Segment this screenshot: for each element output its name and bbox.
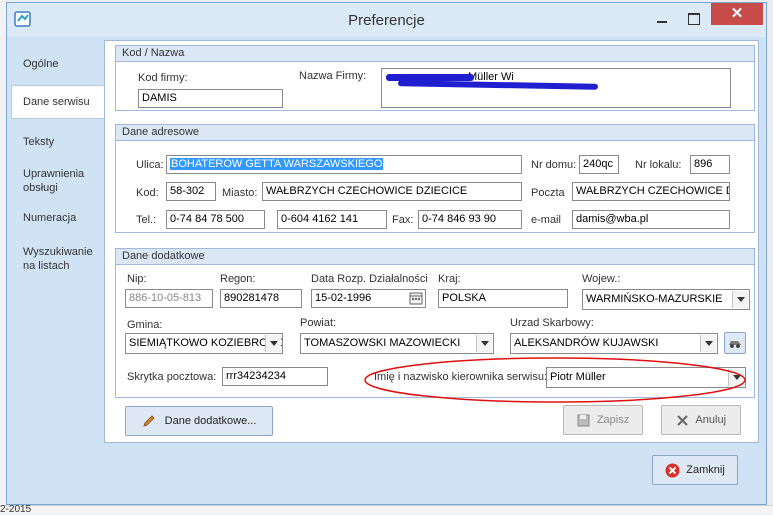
ulica-selected-text: BOHATERÓW GETTA WARSZAWSKIEGO (170, 158, 384, 170)
data-rozp-label: Data Rozp. Działalności (311, 273, 428, 285)
powiat-value: TOMASZOWSKI MAZOWIECKI (304, 337, 461, 349)
urzad-value: ALEKSANDRÓW KUJAWSKI (514, 337, 659, 349)
close-window-button[interactable]: ✕ (711, 3, 763, 25)
cancel-x-icon (677, 414, 688, 426)
nr-lokalu-label: Nr lokalu: (635, 159, 682, 171)
kod-pocztowy-label: Kod: (136, 187, 159, 199)
tel1-field[interactable]: 0-74 84 78 500 (166, 210, 265, 229)
title-bar[interactable]: Preferencje ✕ (7, 3, 766, 37)
wojew-combobox[interactable]: WARMIŃSKO-MAZURSKIE (582, 289, 750, 310)
anuluj-label: Anuluj (695, 414, 727, 426)
close-circle-icon (665, 463, 680, 478)
miasto-field[interactable]: WAŁBRZYCH CZECHOWICE DZIECICE (262, 182, 522, 201)
ulica-label: Ulica: (136, 159, 164, 171)
kod-firmy-field[interactable]: DAMIS (138, 89, 283, 108)
kod-pocztowy-field[interactable]: 58-302 (166, 182, 216, 201)
nr-domu-label: Nr domu: (531, 159, 577, 171)
fax-label: Fax: (392, 214, 414, 226)
pencil-icon (142, 415, 155, 427)
sidebar-item-uprawnienia[interactable]: Uprawnienia obsługi (15, 167, 103, 195)
background-window-bottom (0, 505, 773, 514)
miasto-label: Miasto: (222, 187, 258, 199)
zapisz-button[interactable]: Zapisz (563, 405, 643, 435)
wojew-label: Wojew.: (582, 273, 621, 285)
preferences-sidebar: Ogólne Dane serwisu Teksty Uprawnienia o… (11, 39, 109, 429)
email-field[interactable]: damis@wba.pl (572, 210, 730, 229)
nr-lokalu-field[interactable]: 896 (690, 155, 730, 174)
chevron-down-icon[interactable] (700, 335, 716, 352)
kraj-field[interactable]: POLSKA (438, 289, 568, 308)
email-label: e-mail (531, 214, 561, 226)
nip-field[interactable]: 886-10-05-813 (125, 289, 213, 308)
sidebar-item-wyszukiwanie[interactable]: Wyszukiwanie na listach (15, 245, 103, 273)
zapisz-label: Zapisz (596, 414, 630, 426)
gmina-value: SIEMIĄTKOWO KOZIEBRODZ (129, 337, 283, 349)
urzad-combobox[interactable]: ALEKSANDRÓW KUJAWSKI (510, 333, 718, 354)
data-rozp-value: 15-02-1996 (315, 292, 372, 304)
tel2-field[interactable]: 0-604 4162 141 (277, 210, 387, 229)
powiat-combobox[interactable]: TOMASZOWSKI MAZOWIECKI (300, 333, 494, 354)
kierownik-value: Piotr Müller (550, 371, 606, 383)
group-header-dane-dodatkowe: Dane dodatkowe (116, 249, 754, 265)
dane-dodatkowe-label: Dane dodatkowe... (164, 415, 257, 427)
sidebar-item-numeracja[interactable]: Numeracja (15, 211, 105, 225)
car-icon (729, 341, 741, 348)
sidebar-item-ogolne[interactable]: Ogólne (15, 57, 105, 71)
group-dane-dodatkowe: Dane dodatkowe Nip: 886-10-05-813 Regon:… (115, 248, 755, 398)
tel-label: Tel.: (136, 214, 157, 226)
preferences-dialog: Preferencje ✕ Ogólne Dane serwisu Teksty… (6, 2, 767, 505)
anuluj-button[interactable]: Anuluj (661, 405, 741, 435)
nip-label: Nip: (127, 273, 147, 285)
sidebar-item-teksty[interactable]: Teksty (15, 135, 105, 149)
poczta-field[interactable]: WAŁBRZYCH CZECHOWICE DZIE (572, 182, 730, 201)
gmina-label: Gmina: (127, 319, 163, 331)
save-icon (577, 414, 590, 427)
zamknij-button[interactable]: Zamknij (652, 455, 738, 485)
ulica-field[interactable]: BOHATERÓW GETTA WARSZAWSKIEGO (166, 155, 522, 174)
urzad-label: Urzad Skarbowy: (510, 317, 594, 329)
wojew-value: WARMIŃSKO-MAZURSKIE (586, 293, 723, 305)
fax-field[interactable]: 0-74 846 93 90 (418, 210, 522, 229)
chevron-down-icon[interactable] (732, 291, 748, 308)
dane-serwisu-panel: Kod / Nazwa Kod firmy: DAMIS Nazwa Firmy… (104, 40, 759, 443)
kod-firmy-label: Kod firmy: (138, 72, 188, 84)
chevron-down-icon[interactable] (728, 369, 744, 386)
urzad-lookup-button[interactable] (724, 332, 746, 354)
chevron-down-icon[interactable] (476, 335, 492, 352)
regon-label: Regon: (220, 273, 256, 285)
nr-domu-field[interactable]: 240qc (579, 155, 619, 174)
gmina-combobox[interactable]: SIEMIĄTKOWO KOZIEBRODZ (125, 333, 283, 354)
regon-field[interactable]: 890281478 (220, 289, 302, 308)
background-date-text: 2-2015 (0, 504, 32, 515)
poczta-label: Poczta (531, 187, 565, 199)
skrytka-label: Skrytka pocztowa: (127, 371, 217, 383)
group-dane-adresowe: Dane adresowe Ulica: BOHATERÓW GETTA WAR… (115, 124, 755, 233)
data-rozp-field[interactable]: 15-02-1996 (311, 289, 426, 308)
calendar-icon[interactable] (409, 292, 423, 305)
kraj-label: Kraj: (438, 273, 461, 285)
powiat-label: Powiat: (300, 317, 337, 329)
skrytka-field[interactable]: rrr34234234 (222, 367, 328, 386)
nazwa-firmy-label: Nazwa Firmy: (299, 70, 367, 82)
zamknij-label: Zamknij (686, 464, 725, 476)
chevron-down-icon[interactable] (265, 335, 281, 352)
group-header-dane-adresowe: Dane adresowe (116, 125, 754, 141)
sidebar-item-dane-serwisu[interactable]: Dane serwisu (11, 85, 109, 119)
minimize-button[interactable] (649, 11, 675, 27)
kierownik-label: Imię i nazwisko kierownika serwisu: (374, 371, 547, 383)
dane-dodatkowe-button[interactable]: Dane dodatkowe... (125, 406, 273, 436)
group-kod-nazwa: Kod / Nazwa Kod firmy: DAMIS Nazwa Firmy… (115, 45, 755, 111)
group-header-kod-nazwa: Kod / Nazwa (116, 46, 754, 62)
maximize-button[interactable] (680, 11, 706, 27)
kierownik-combobox[interactable]: Piotr Müller (546, 367, 746, 388)
